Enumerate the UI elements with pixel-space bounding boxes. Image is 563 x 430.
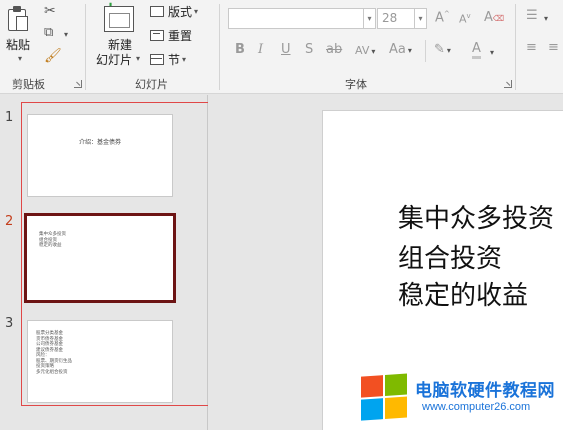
font-color-dropdown-icon[interactable]: ▾ — [490, 48, 494, 57]
font-size-dropdown-icon[interactable]: ▾ — [414, 9, 426, 28]
annotation-highlight-box — [21, 102, 209, 406]
clear-formatting-icon[interactable]: A⌫ — [484, 10, 504, 25]
slide-body-line[interactable]: 稳定的收益 — [398, 281, 528, 311]
new-slide-dropdown-icon[interactable]: ▾ — [136, 54, 140, 63]
change-case-button[interactable]: Aa ▾ — [389, 42, 412, 57]
layout-dropdown-icon: ▾ — [194, 7, 199, 16]
bullets-icon[interactable]: ☰ — [526, 8, 538, 23]
clipboard-group-label: 剪贴板 — [12, 78, 45, 91]
reset-icon — [150, 30, 164, 41]
font-launcher-icon[interactable] — [504, 80, 512, 88]
windows-logo-icon — [361, 373, 409, 422]
italic-button[interactable]: I — [258, 42, 263, 57]
copy-icon[interactable]: ⧉ — [44, 25, 53, 40]
shadow-button[interactable]: S — [305, 42, 313, 57]
layout-icon — [150, 6, 164, 17]
underline-button[interactable]: U — [281, 42, 291, 57]
new-slide-label-line2[interactable]: 幻灯片 — [96, 51, 132, 68]
bullets-dropdown-icon[interactable]: ▾ — [544, 14, 548, 23]
cut-icon[interactable]: ✂ — [44, 3, 56, 19]
format-painter-icon[interactable]: 🖌 — [44, 48, 62, 64]
slides-group-label: 幻灯片 — [135, 78, 168, 91]
paste-button[interactable]: 粘贴 — [6, 36, 30, 53]
group-separator — [219, 4, 220, 90]
align-left-icon[interactable]: ≡ — [526, 40, 537, 55]
layout-label: 版式 — [168, 5, 193, 19]
new-slide-icon[interactable] — [104, 6, 134, 32]
paste-icon[interactable] — [8, 6, 28, 32]
character-spacing-button[interactable]: AV ▾ — [355, 44, 375, 57]
slide-number: 2 — [5, 214, 14, 229]
font-name-dropdown-icon[interactable]: ▾ — [363, 9, 375, 28]
font-name-input[interactable]: ▾ — [228, 8, 376, 29]
section-button[interactable]: 节 ▾ — [150, 51, 186, 68]
clipboard-launcher-icon[interactable] — [74, 80, 82, 88]
reset-label: 重置 — [168, 29, 193, 43]
font-color-button[interactable]: A — [472, 42, 481, 59]
shrink-font-icon[interactable]: Av — [459, 12, 471, 26]
copy-dropdown-icon[interactable]: ▾ — [64, 30, 68, 39]
highlight-icon[interactable]: ✎ ▾ — [434, 42, 451, 57]
ribbon: 粘贴 ▾ ✂ ⧉ ▾ 🖌 剪贴板 + 新建 幻灯片 ▾ 版式 ▾ 重置 节 ▾ … — [0, 0, 563, 94]
group-separator — [425, 40, 426, 62]
watermark-url: www.computer26.com — [422, 401, 531, 413]
slide-body-line[interactable]: 组合投资 — [398, 244, 502, 274]
group-separator — [85, 4, 86, 90]
reset-button[interactable]: 重置 — [150, 27, 192, 44]
group-separator — [515, 4, 516, 90]
section-label: 节 — [168, 53, 181, 67]
font-size-value: 28 — [382, 11, 398, 25]
paste-dropdown-icon[interactable]: ▾ — [18, 54, 22, 63]
font-group-label: 字体 — [345, 78, 367, 91]
slide-number: 3 — [5, 316, 14, 331]
align-center-icon[interactable]: ≡ — [548, 40, 559, 55]
section-dropdown-icon: ▾ — [182, 55, 187, 64]
watermark-title: 电脑软硬件教程网 — [415, 381, 555, 401]
font-size-input[interactable]: 28 ▾ — [377, 8, 427, 29]
strikethrough-button[interactable]: ab — [326, 42, 342, 57]
layout-button[interactable]: 版式 ▾ — [150, 3, 198, 20]
grow-font-icon[interactable]: A^ — [435, 10, 450, 25]
bold-button[interactable]: B — [235, 42, 245, 57]
slide-body-line[interactable]: 集中众多投资 — [398, 204, 554, 234]
slide-number: 1 — [5, 110, 14, 125]
section-icon — [150, 54, 164, 65]
